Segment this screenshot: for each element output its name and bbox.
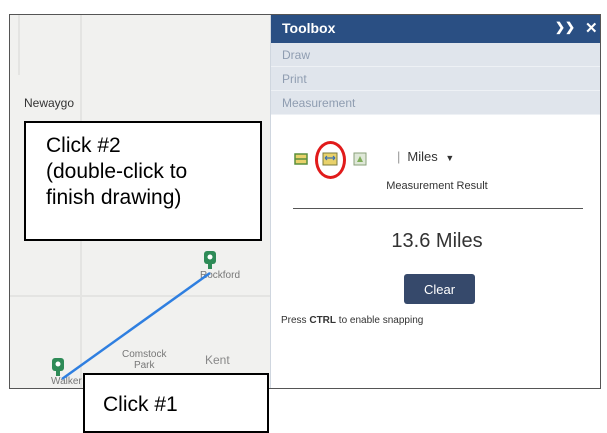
toolbox-item-draw[interactable]: Draw — [271, 43, 600, 67]
toolbox-item-print[interactable]: Print — [271, 67, 600, 91]
measurement-line — [61, 271, 211, 381]
distance-tool-highlight — [315, 141, 346, 179]
toolbox-title: Toolbox — [282, 20, 336, 36]
clear-button[interactable]: Clear — [404, 274, 475, 304]
location-tool-icon[interactable] — [352, 151, 368, 167]
measurement-result-value: 13.6 Miles — [391, 230, 483, 252]
callout-click-1: Click #1 — [83, 373, 269, 433]
area-tool-icon[interactable] — [293, 151, 309, 167]
close-icon[interactable]: ✕ — [585, 19, 598, 37]
map-marker-end-icon[interactable] — [203, 251, 217, 269]
units-dropdown-value: Miles — [407, 149, 438, 164]
snapping-hint-suffix: to enable snapping — [336, 315, 424, 326]
toolbox-header: Toolbox ❯❯ ✕ — [271, 15, 600, 43]
toolbox-panel: Toolbox ❯❯ ✕ Draw Print Measurement | Mil… — [270, 15, 600, 388]
units-dropdown[interactable]: | Miles ▼ — [397, 149, 454, 164]
callout-click-2: Click #2 (double-click to finish drawing… — [24, 121, 262, 241]
units-separator: | — [397, 149, 401, 164]
caret-down-icon: ▼ — [445, 153, 455, 163]
callout-click-2-text: Click #2 (double-click to finish drawing… — [46, 134, 188, 209]
snapping-hint-prefix: Press — [281, 315, 310, 326]
map-marker-start-icon[interactable] — [51, 358, 65, 376]
callout-click-1-text: Click #1 — [103, 393, 178, 416]
measurement-result-label: Measurement Result — [386, 180, 488, 192]
result-divider — [293, 208, 583, 209]
snapping-hint: Press CTRL to enable snapping — [281, 315, 423, 326]
double-chevron-up-icon[interactable]: ❯❯ — [555, 20, 575, 34]
snapping-hint-key: CTRL — [309, 315, 337, 326]
toolbox-item-measurement[interactable]: Measurement — [271, 91, 600, 115]
